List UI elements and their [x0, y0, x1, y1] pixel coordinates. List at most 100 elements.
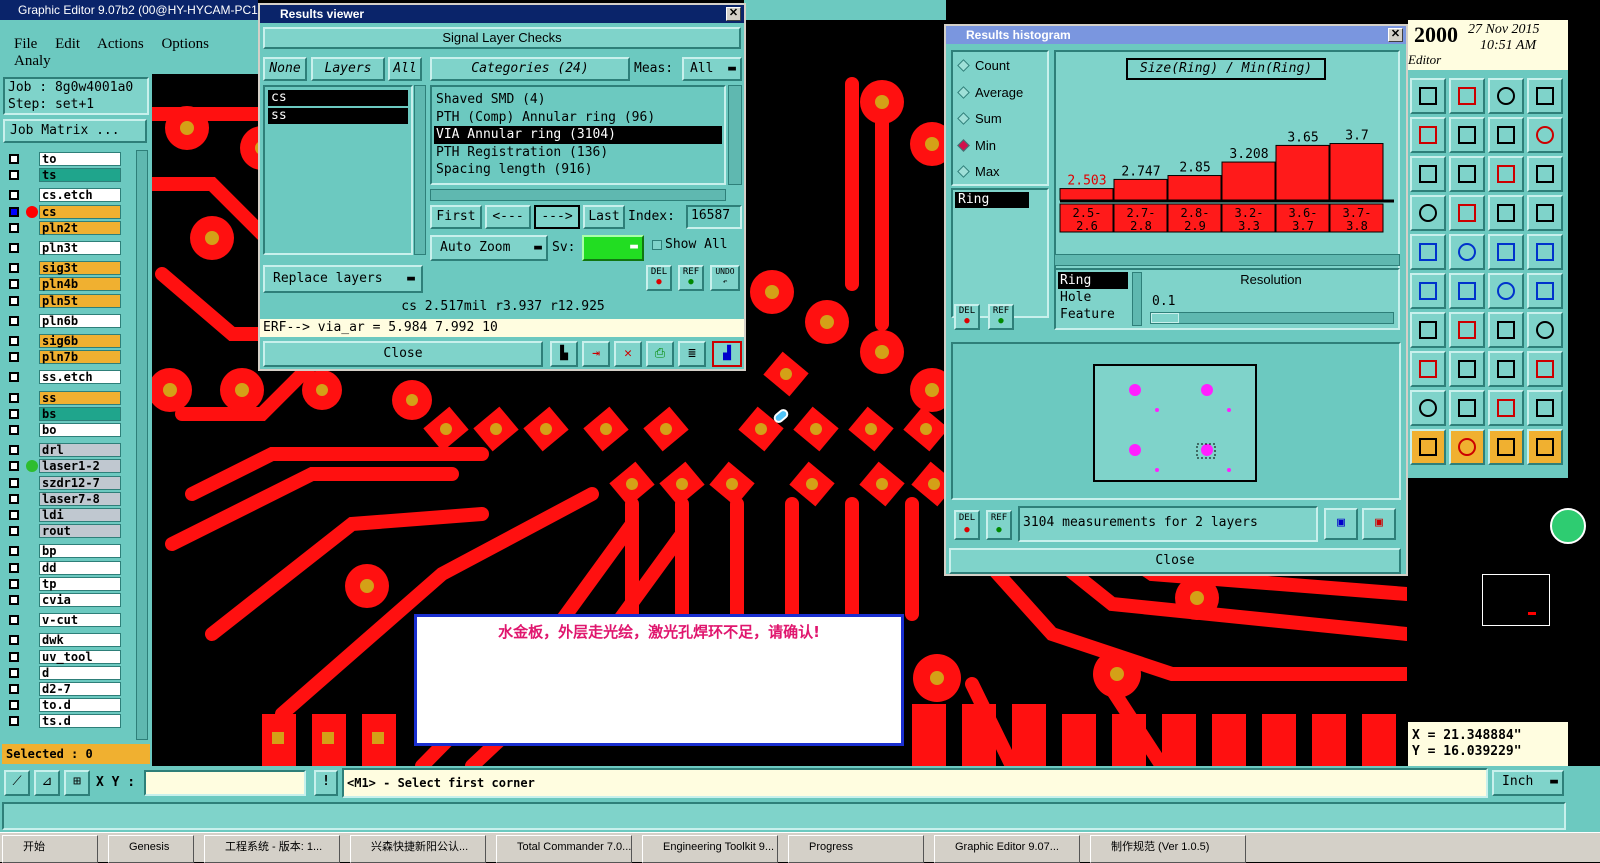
layer-checkbox[interactable]: [9, 615, 19, 626]
category-item[interactable]: Shaved SMD (4): [434, 91, 722, 109]
layer-checkbox[interactable]: [9, 206, 19, 217]
category-list[interactable]: Shaved SMD (4) PTH (Comp) Annular ring (9…: [430, 85, 726, 185]
layer-checkbox[interactable]: [9, 295, 19, 306]
flag-icon[interactable]: ▙: [550, 341, 578, 367]
layer-checkbox[interactable]: [9, 651, 19, 662]
attr-hole[interactable]: Hole: [1058, 289, 1128, 306]
move-left-icon[interactable]: [1410, 117, 1446, 153]
units-dropdown[interactable]: Inch ▬: [1492, 770, 1564, 796]
layer-row-sig3t[interactable]: sig3t: [5, 261, 121, 276]
layer-row-sig6b[interactable]: sig6b: [5, 334, 121, 349]
category-hscrollbar[interactable]: [430, 189, 726, 201]
pointer3-icon[interactable]: [1488, 429, 1524, 465]
layer-checkbox[interactable]: [9, 684, 19, 694]
fence-icon[interactable]: [1527, 312, 1563, 348]
category-item[interactable]: PTH Registration (136): [434, 144, 722, 162]
mode-option-sum[interactable]: Sum: [953, 109, 1047, 136]
layer-list-scrollbar[interactable]: [414, 85, 426, 255]
center-icon[interactable]: [1449, 156, 1485, 192]
mode-option-max[interactable]: Max: [953, 162, 1047, 189]
category-scrollbar[interactable]: [728, 85, 742, 185]
layer-checkbox[interactable]: [9, 635, 19, 646]
layers-button[interactable]: Layers: [311, 57, 385, 81]
slider-thumb[interactable]: [1151, 313, 1179, 323]
attr-ring[interactable]: Ring: [1058, 272, 1128, 289]
triangle-icon[interactable]: [1410, 390, 1446, 426]
layer-row-dwk[interactable]: dwk: [5, 633, 121, 648]
histogram-bar[interactable]: [1059, 188, 1114, 201]
mini-map[interactable]: [1408, 478, 1586, 722]
layer-checkbox[interactable]: [9, 493, 19, 504]
menu-file[interactable]: File: [14, 36, 37, 52]
histogram-icon[interactable]: ▟: [712, 341, 742, 367]
histogram-close-button[interactable]: Close: [949, 548, 1401, 574]
tool-icon[interactable]: [1410, 195, 1446, 231]
prev-button[interactable]: <---: [485, 205, 531, 229]
point-icon[interactable]: [1527, 234, 1563, 270]
layer-row-pln6b[interactable]: pln6b: [5, 313, 121, 329]
ratio-icon[interactable]: [1488, 156, 1524, 192]
layer-checkbox[interactable]: [9, 170, 19, 181]
arc-icon[interactable]: [1527, 117, 1563, 153]
measure-red-icon[interactable]: [1488, 195, 1524, 231]
pointer2-icon[interactable]: [1449, 429, 1485, 465]
category-item[interactable]: PTH (Comp) Annular ring (96): [434, 109, 722, 127]
layer-select-list[interactable]: cs ss: [263, 85, 413, 255]
measure-blue-icon[interactable]: [1527, 195, 1563, 231]
layer-checkbox[interactable]: [9, 461, 19, 472]
layer-checkbox[interactable]: [9, 279, 19, 290]
layer-list-item-cs[interactable]: cs: [268, 90, 408, 106]
show-all-checkbox[interactable]: [652, 240, 662, 250]
rotate-icon[interactable]: [1488, 312, 1524, 348]
layer-checkbox[interactable]: [9, 154, 19, 164]
layer-row-ss[interactable]: ss: [5, 390, 121, 406]
hist-del-button[interactable]: DEL ●: [954, 304, 980, 330]
layer-checkbox[interactable]: [9, 263, 19, 274]
menu-analysis[interactable]: Analy: [14, 53, 51, 69]
category-item[interactable]: VIA Annular ring (3104): [434, 126, 722, 144]
undo-button[interactable]: UNDO ↶: [710, 265, 740, 291]
layer-checkbox[interactable]: [9, 315, 19, 326]
taskbar-item[interactable]: Genesis: [108, 835, 194, 863]
slope-icon[interactable]: [1449, 312, 1485, 348]
layer-checkbox[interactable]: [9, 243, 19, 253]
pointer4-icon[interactable]: [1527, 429, 1563, 465]
exit-icon[interactable]: ⇥: [582, 341, 610, 367]
results-viewer-close-icon[interactable]: ✕: [726, 7, 741, 21]
camera-icon[interactable]: [1410, 234, 1446, 270]
taskbar-item[interactable]: 工程系统 - 版本: 1...: [204, 835, 340, 863]
ref-button[interactable]: REF ●: [678, 265, 704, 291]
taskbar-item[interactable]: 制作规范 (Ver 1.0.5): [1090, 835, 1246, 863]
alert-icon[interactable]: !: [314, 770, 338, 796]
cross-icon[interactable]: [1449, 273, 1485, 309]
taskbar-item[interactable]: Progress: [788, 835, 924, 863]
fit-icon[interactable]: [1410, 156, 1446, 192]
layer-checkbox[interactable]: [9, 595, 19, 605]
zoom-fit-icon[interactable]: ▣: [1362, 508, 1396, 540]
hist-ref-button-2[interactable]: REF ●: [986, 510, 1012, 540]
attr-feature[interactable]: Feature: [1058, 306, 1128, 323]
del-button[interactable]: DEL ●: [646, 265, 672, 291]
layer-row-d2-7[interactable]: d2-7: [5, 682, 121, 697]
attribute-value[interactable]: Ring: [955, 192, 1029, 208]
layer-row-ts.d[interactable]: ts.d: [5, 714, 121, 729]
copy-icon[interactable]: [1527, 351, 1563, 387]
home-icon[interactable]: [1488, 78, 1524, 114]
layer-checkbox[interactable]: [9, 222, 19, 233]
node-icon[interactable]: [1410, 273, 1446, 309]
layer-checkbox[interactable]: [9, 352, 19, 363]
first-button[interactable]: First: [430, 205, 482, 229]
layer-list-item-ss[interactable]: ss: [268, 108, 408, 124]
layer-row-pln5t[interactable]: pln5t: [5, 293, 121, 309]
pointer-icon[interactable]: [1410, 429, 1446, 465]
taskbar-item[interactable]: 兴森快捷新阳公认...: [350, 835, 486, 863]
grid-icon[interactable]: ⊞: [64, 770, 90, 796]
layer-checkbox[interactable]: [9, 716, 19, 727]
results-viewer-close-button[interactable]: Close: [263, 341, 543, 367]
split-icon[interactable]: [1527, 273, 1563, 309]
window-icon[interactable]: [1527, 78, 1563, 114]
layer-row-laser1-2[interactable]: laser1-2: [5, 459, 121, 474]
layer-row-dd[interactable]: dd: [5, 560, 121, 576]
pin-icon[interactable]: [1449, 195, 1485, 231]
hist-del-button-2[interactable]: DEL ●: [954, 510, 980, 540]
